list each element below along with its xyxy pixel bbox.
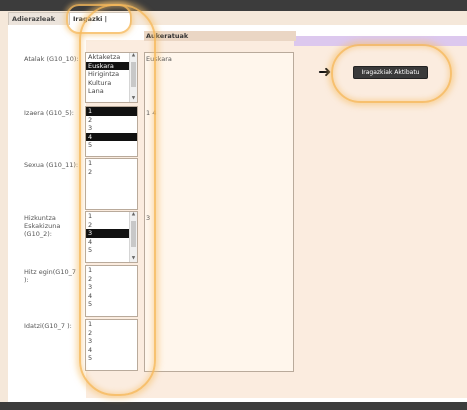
filter-label: Hitz egin(G10_7 ): xyxy=(24,268,76,284)
filter-label: Idatzi(G10_7 ): xyxy=(24,322,72,330)
filter-label: Hizkuntza Eskakizuna (G10_2): xyxy=(24,214,61,238)
filter-label: Izaera (G10_5): xyxy=(24,109,74,117)
bottom-bar xyxy=(0,402,467,410)
results-box xyxy=(144,52,294,372)
highlight-tab xyxy=(66,4,132,34)
results-header: Aukeratuak xyxy=(144,31,296,41)
highlight-listboxes xyxy=(79,4,156,396)
tab-adierazleak-lortu[interactable]: Adierazleak lortu xyxy=(8,12,73,35)
filter-label: Atalak (G10_10): xyxy=(24,55,79,63)
highlight-button xyxy=(331,44,452,103)
filter-label: Sexua (G10_11): xyxy=(24,161,79,169)
arrow-right-icon: ➜ xyxy=(318,62,332,81)
